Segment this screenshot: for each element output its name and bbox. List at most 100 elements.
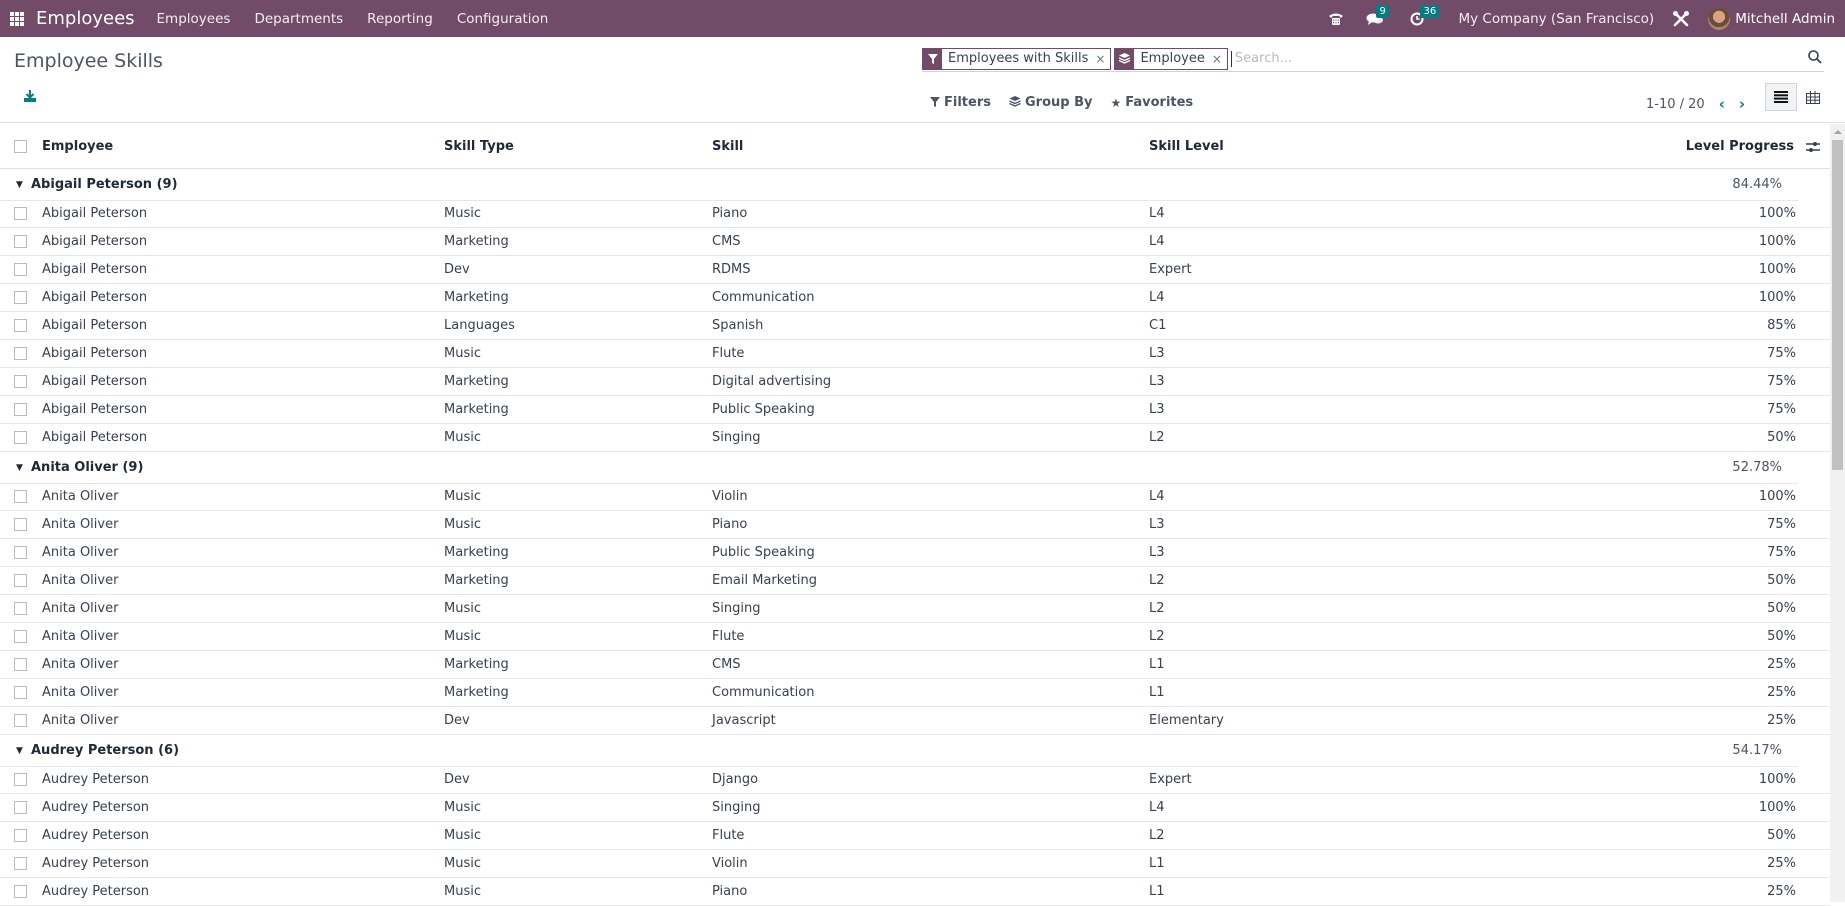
download-icon[interactable] xyxy=(23,89,37,103)
row-checkbox[interactable] xyxy=(14,829,27,842)
table-row[interactable]: Audrey Peterson Music Singing L4 100% xyxy=(0,794,1830,822)
row-checkbox[interactable] xyxy=(14,602,27,615)
menu-departments[interactable]: Departments xyxy=(254,11,343,27)
activities-clock-icon[interactable]: 36 xyxy=(1410,4,1440,26)
row-checkbox[interactable] xyxy=(14,546,27,559)
scrollbar-thumb[interactable] xyxy=(1832,140,1843,470)
table-row[interactable]: Abigail Peterson Marketing CMS L4 100% xyxy=(0,228,1830,256)
company-switcher[interactable]: My Company (San Francisco) xyxy=(1458,11,1654,27)
optional-columns-icon[interactable] xyxy=(1806,140,1820,154)
table-row[interactable]: Anita Oliver Marketing CMS L1 25% xyxy=(0,651,1830,679)
group-progress-average: 54.17% xyxy=(1732,743,1782,758)
cell-skill-level: L4 xyxy=(1149,800,1165,815)
row-checkbox[interactable] xyxy=(14,347,27,360)
pivot-view-button[interactable] xyxy=(1797,83,1829,111)
row-checkbox[interactable] xyxy=(14,518,27,531)
filters-label: Filters xyxy=(944,95,991,110)
table-row[interactable]: Abigail Peterson Marketing Public Speaking… xyxy=(0,396,1830,424)
table-row[interactable]: Audrey Peterson Dev Django Expert 100% xyxy=(0,766,1830,794)
vertical-scrollbar[interactable] xyxy=(1830,124,1845,902)
table-row[interactable]: Anita Oliver Music Piano L3 75% xyxy=(0,511,1830,539)
menu-reporting[interactable]: Reporting xyxy=(367,11,433,27)
select-all-checkbox[interactable] xyxy=(14,139,27,153)
search-bar: Employees with Skills × Employee × xyxy=(922,46,1824,72)
pivot-grid-icon xyxy=(1806,90,1820,104)
table-row[interactable]: Abigail Peterson Marketing Communication L4… xyxy=(0,284,1830,312)
column-header-level-progress[interactable]: Level Progress xyxy=(1686,139,1794,154)
row-checkbox[interactable] xyxy=(14,574,27,587)
row-checkbox[interactable] xyxy=(14,291,27,304)
search-icon[interactable] xyxy=(1808,50,1822,64)
row-checkbox[interactable] xyxy=(14,885,27,898)
row-checkbox[interactable] xyxy=(14,490,27,503)
menu-employees[interactable]: Employees xyxy=(157,11,231,27)
messages-icon[interactable]: 9 xyxy=(1366,4,1389,26)
app-name[interactable]: Employees xyxy=(36,8,135,29)
group-row[interactable]: ▼ Abigail Peterson (9) 84.44% xyxy=(0,169,1830,201)
user-menu[interactable]: Mitchell Admin xyxy=(1708,7,1835,30)
table-row[interactable]: Anita Oliver Music Flute L2 50% xyxy=(0,623,1830,651)
cell-skill-type: Music xyxy=(444,430,481,445)
pager-value[interactable]: 1-10 / 20 xyxy=(1646,97,1705,112)
cell-skill-level: L3 xyxy=(1149,374,1165,389)
list-view-button[interactable] xyxy=(1765,83,1797,111)
row-checkbox[interactable] xyxy=(14,319,27,332)
favorites-button[interactable]: ★ Favorites xyxy=(1110,95,1193,110)
table-row[interactable]: Abigail Peterson Marketing Digital adverti… xyxy=(0,368,1830,396)
cell-skill-level: L4 xyxy=(1149,234,1165,249)
column-header-skill-type[interactable]: Skill Type xyxy=(444,139,514,154)
pager-previous-icon[interactable]: ‹ xyxy=(1719,95,1725,113)
row-checkbox[interactable] xyxy=(14,207,27,220)
row-checkbox[interactable] xyxy=(14,658,27,671)
pager-next-icon[interactable]: › xyxy=(1739,95,1745,113)
menu-configuration[interactable]: Configuration xyxy=(457,11,549,27)
table-row[interactable]: Anita Oliver Marketing Email Marketing L2 50… xyxy=(0,567,1830,595)
scroll-up-arrow-icon[interactable] xyxy=(1834,130,1842,134)
table-row[interactable]: Abigail Peterson Music Flute L3 75% xyxy=(0,340,1830,368)
table-row[interactable]: Audrey Peterson Music Violin L1 25% xyxy=(0,850,1830,878)
row-checkbox[interactable] xyxy=(14,857,27,870)
column-header-employee[interactable]: Employee xyxy=(42,139,113,154)
row-checkbox[interactable] xyxy=(14,431,27,444)
cell-skill-level: Elementary xyxy=(1149,713,1224,728)
cell-employee: Audrey Peterson xyxy=(42,800,150,815)
table-row[interactable]: Anita Oliver Music Violin L4 100% xyxy=(0,483,1830,511)
cell-employee: Anita Oliver xyxy=(42,573,119,588)
cell-level-progress: 75% xyxy=(1767,346,1796,361)
cell-skill-level: L3 xyxy=(1149,545,1165,560)
cell-level-progress: 25% xyxy=(1767,884,1796,899)
cell-employee: Audrey Peterson xyxy=(42,828,150,843)
debug-tools-icon[interactable] xyxy=(1672,10,1690,28)
row-checkbox[interactable] xyxy=(14,714,27,727)
group-row[interactable]: ▼ Audrey Peterson (6) 54.17% xyxy=(0,735,1830,767)
row-checkbox[interactable] xyxy=(14,375,27,388)
cell-level-progress: 85% xyxy=(1767,318,1796,333)
row-checkbox[interactable] xyxy=(14,630,27,643)
table-row[interactable]: Abigail Peterson Music Singing L2 50% xyxy=(0,424,1830,452)
column-header-skill[interactable]: Skill xyxy=(712,139,743,154)
column-header-skill-level[interactable]: Skill Level xyxy=(1149,139,1224,154)
groupby-button[interactable]: Group By xyxy=(1009,95,1092,110)
facet-close-icon[interactable]: × xyxy=(1209,49,1227,69)
row-checkbox[interactable] xyxy=(14,801,27,814)
row-checkbox[interactable] xyxy=(14,773,27,786)
table-row[interactable]: Anita Oliver Marketing Public Speaking L3 75… xyxy=(0,539,1830,567)
apps-menu-icon[interactable] xyxy=(10,11,24,26)
facet-close-icon[interactable]: × xyxy=(1092,49,1110,69)
table-row[interactable]: Anita Oliver Music Singing L2 50% xyxy=(0,595,1830,623)
search-input[interactable] xyxy=(1230,50,1824,67)
table-row[interactable]: Anita Oliver Marketing Communication L1 25% xyxy=(0,679,1830,707)
row-checkbox[interactable] xyxy=(14,686,27,699)
table-row[interactable]: Anita Oliver Dev Javascript Elementary 25% xyxy=(0,707,1830,735)
table-row[interactable]: Abigail Peterson Dev RDMS Expert 100% xyxy=(0,256,1830,284)
phone-icon[interactable] xyxy=(1328,12,1344,26)
table-row[interactable]: Abigail Peterson Languages Spanish C1 85% xyxy=(0,312,1830,340)
filters-button[interactable]: Filters xyxy=(930,95,991,110)
group-row[interactable]: ▼ Anita Oliver (9) 52.78% xyxy=(0,452,1830,484)
table-row[interactable]: Audrey Peterson Music Flute L2 50% xyxy=(0,822,1830,850)
row-checkbox[interactable] xyxy=(14,403,27,416)
row-checkbox[interactable] xyxy=(14,235,27,248)
facet-groupby: Employee × xyxy=(1114,47,1228,70)
table-row[interactable]: Abigail Peterson Music Piano L4 100% xyxy=(0,200,1830,228)
row-checkbox[interactable] xyxy=(14,263,27,276)
